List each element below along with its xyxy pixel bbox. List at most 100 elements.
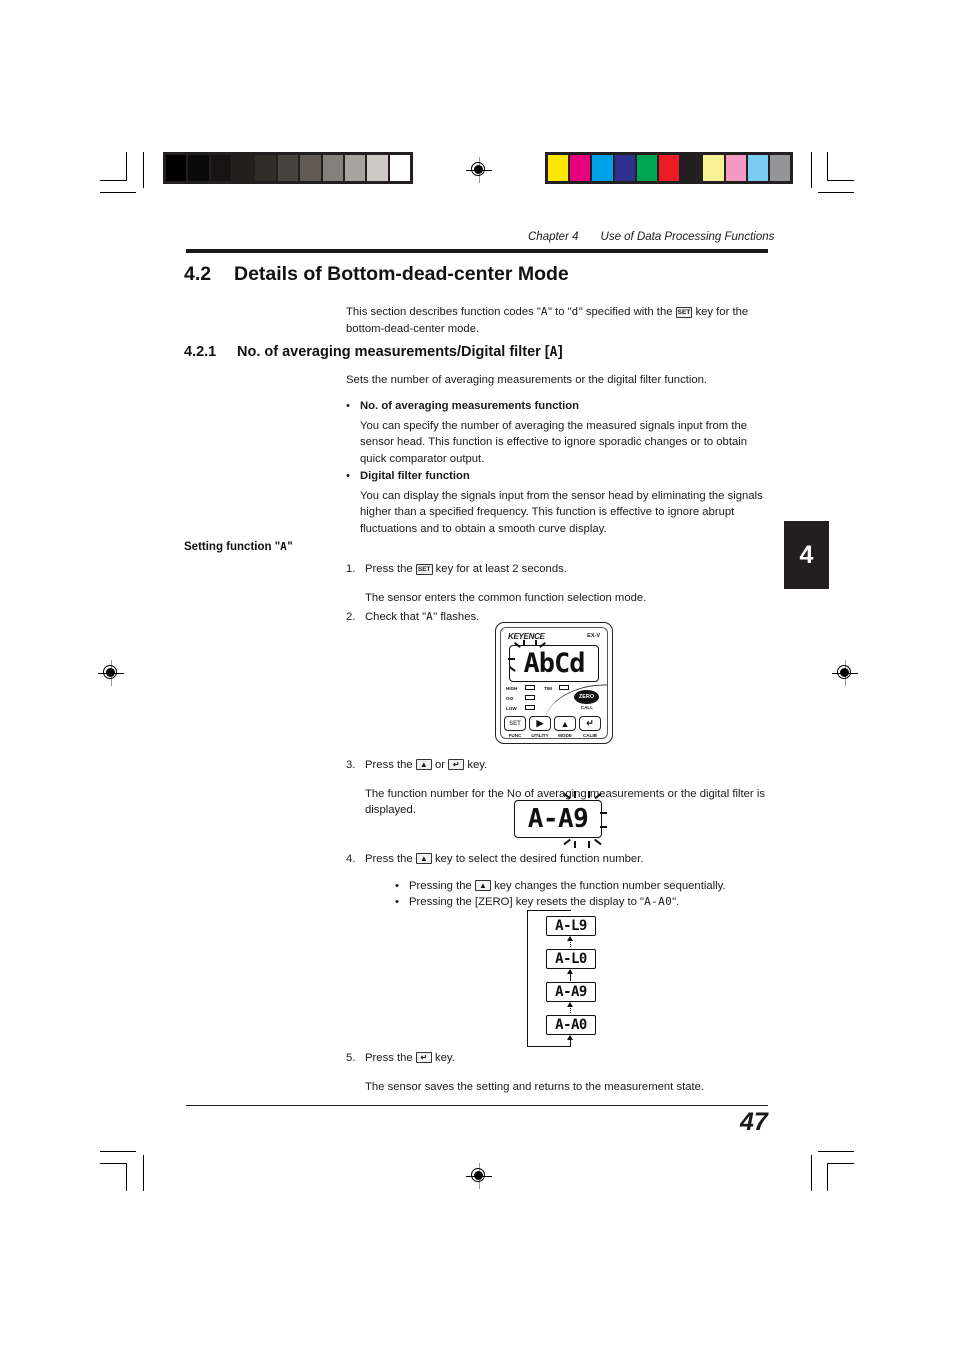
color-calibration-strip: [545, 152, 793, 184]
step-3-lcd-readout: A-A9: [514, 800, 602, 838]
step-1-text-post: key for at least 2 seconds.: [432, 563, 567, 575]
registration-mark-bottom: [466, 1163, 492, 1189]
sensor-button-up-arrow[interactable]: ▲: [554, 716, 576, 731]
registration-mark-top: [466, 157, 492, 183]
step-2-text-post: " flashes.: [433, 611, 480, 623]
indicator-led-tim: [559, 685, 569, 690]
footer-rule: [186, 1105, 768, 1107]
step-4-text-pre: Press the: [365, 853, 416, 865]
sensor-button-label-utility: UTILITY: [531, 733, 549, 738]
sequence-arrow-head-icon: [567, 969, 573, 974]
indicator-label-go: GO: [506, 696, 514, 701]
bullet-block-digital-filter: • Digital filter function You can displa…: [346, 468, 768, 537]
step-5: 5. Press the ↵ key. The sensor saves the…: [346, 1050, 768, 1095]
color-patch: [614, 155, 635, 181]
step-3-text-mid: or: [431, 759, 449, 771]
header-rule: [186, 249, 768, 253]
bullet-marker: •: [395, 896, 399, 909]
step-1-text-pre: Press the: [365, 563, 416, 575]
up-arrow-key-icon: ▲: [474, 879, 491, 891]
intro-text-1: This section describes function codes ": [346, 306, 541, 318]
chapter-thumb-tab: 4: [784, 521, 829, 589]
sequence-arrow-head-icon: [567, 1035, 573, 1040]
sequence-loop-line: [527, 910, 571, 912]
grayscale-patch: [389, 155, 410, 181]
side-label-suffix: ": [287, 541, 293, 553]
subsection-title: No. of averaging measurements/Digital fi…: [237, 344, 563, 360]
flash-mark-icon: [508, 658, 515, 660]
step-2-text-pre: Check that ": [365, 611, 427, 623]
intro-text-3: " specified with the: [578, 306, 676, 318]
step-5-text-post: key.: [431, 1052, 455, 1064]
sequence-readout-a-a0: A-A0: [546, 1015, 596, 1035]
sub-bullet-1-text-pre: Pressing the: [409, 879, 475, 892]
indicator-label-tim: TIM: [544, 686, 552, 691]
sub-bullet-2-text-pre: Pressing the [ZERO] key resets the displ…: [409, 896, 645, 909]
up-arrow-key-icon: ▲: [415, 759, 432, 770]
flash-mark-icon: [588, 791, 590, 798]
header-title: Use of Data Processing Functions: [600, 231, 775, 243]
indicator-led-high: [525, 685, 535, 690]
sequence-arrow-head-icon: [567, 1002, 573, 1007]
subsection-lead-paragraph: Sets the number of averaging measurement…: [346, 374, 708, 386]
sequence-loop-line: [527, 1046, 571, 1048]
sensor-button-right-arrow[interactable]: ▶: [529, 716, 551, 731]
chapter-tab-number: 4: [799, 540, 814, 569]
sensor-button-set[interactable]: SET: [504, 716, 526, 731]
sensor-button-label-mode: MODE: [558, 733, 572, 738]
sequence-readout-a-l0: A-L0: [546, 949, 596, 969]
sensor-button-enter[interactable]: ↵: [579, 716, 601, 731]
bullet-marker: •: [395, 879, 399, 892]
step-1-instruction: Press the SET key for at least 2 seconds…: [365, 561, 768, 578]
crop-mark-bottom-left: [100, 1145, 148, 1191]
color-patch: [769, 155, 791, 181]
model-label: EX-V: [587, 633, 600, 639]
flash-mark-icon: [535, 640, 537, 646]
bullet-marker: •: [346, 400, 350, 412]
zero-button[interactable]: ZERO: [574, 690, 599, 704]
color-patch: [636, 155, 657, 181]
bullet-block-averaging: • No. of averaging measurements function…: [346, 398, 768, 467]
running-header: Chapter 4 Use of Data Processing Function…: [528, 231, 774, 243]
page-number: 47: [740, 1108, 768, 1136]
indicator-label-high: HIGH: [506, 686, 518, 691]
sub-bullet-2-text-post: ".: [672, 896, 680, 909]
step-4-sub-bullet-2: • Pressing the [ZERO] key resets the dis…: [395, 894, 768, 911]
grayscale-patch: [188, 155, 209, 181]
bullet-heading-digital-filter: Digital filter function: [360, 470, 470, 482]
grayscale-patch: [166, 155, 187, 181]
step-5-instruction: Press the ↵ key.: [365, 1050, 768, 1067]
section-intro-paragraph: This section describes function codes "A…: [346, 304, 768, 337]
grayscale-patch: [300, 155, 321, 181]
color-patch: [570, 155, 591, 181]
color-patch: [658, 155, 680, 181]
grayscale-calibration-strip: [163, 152, 413, 184]
grayscale-patch: [210, 155, 232, 181]
crop-mark-top-left: [100, 152, 148, 198]
step-5-text-pre: Press the: [365, 1052, 416, 1064]
header-chapter: Chapter 4: [528, 231, 579, 243]
flash-mark-icon: [563, 838, 571, 845]
sensor-button-label-calib: CALIB: [582, 733, 598, 738]
bullet-marker: •: [346, 470, 350, 482]
flash-mark-icon: [600, 826, 607, 828]
setting-function-side-label: Setting function "A": [184, 540, 293, 553]
flash-mark-icon: [588, 841, 590, 848]
sequence-arrow-head-icon: [567, 936, 573, 941]
sensor-lcd-display: AbCd: [509, 645, 599, 682]
registration-mark-right: [832, 660, 858, 686]
grayscale-patch: [322, 155, 343, 181]
sensor-button-label-func: FUNC: [508, 733, 522, 738]
sequence-readout-a-l9: A-L9: [546, 916, 596, 936]
color-patch: [548, 155, 569, 181]
step-4: 4. Press the ▲ key to select the desired…: [346, 851, 768, 911]
step-3-text-pre: Press the: [365, 759, 416, 771]
bullet-body-averaging: You can specify the number of averaging …: [360, 419, 748, 465]
intro-code-d: d: [571, 305, 579, 318]
enter-key-icon: ↵: [415, 1052, 432, 1063]
subsection-title-main: No. of averaging measurements/Digital fi…: [237, 344, 550, 360]
step-5-result: The sensor saves the setting and returns…: [365, 1080, 705, 1093]
sensor-front-panel: KEYENCE EX-V AbCd HIGH TIM GO LOW ZERO C…: [500, 627, 608, 739]
set-key-icon: SET: [415, 564, 433, 575]
crop-mark-bottom-right: [806, 1145, 854, 1191]
